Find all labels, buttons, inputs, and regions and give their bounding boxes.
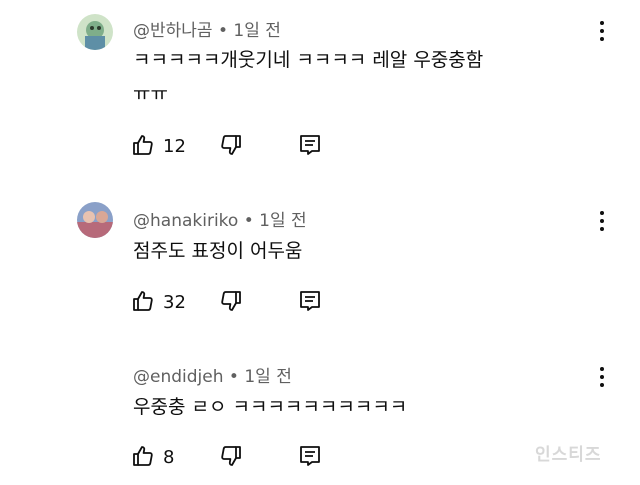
more-vertical-icon[interactable] xyxy=(592,364,612,390)
comment-text: ㅋㅋㅋㅋㅋ개웃기네 ㅋㅋㅋㅋ 레알 우중충함 ㅠㅠ xyxy=(133,43,483,111)
like-count: 12 xyxy=(163,136,186,157)
separator-dot: • xyxy=(243,211,254,231)
reply-icon[interactable] xyxy=(298,444,322,468)
avatar[interactable] xyxy=(77,14,113,50)
more-vertical-icon[interactable] xyxy=(592,208,612,234)
thumbs-down-icon[interactable] xyxy=(219,444,243,468)
avatar[interactable] xyxy=(77,202,113,238)
separator-dot: • xyxy=(228,367,239,387)
comment-meta: @반하나곰 • 1일 전 xyxy=(133,16,281,41)
comment-meta: @hanakiriko • 1일 전 xyxy=(133,206,307,231)
watermark: 인스티즈 xyxy=(535,445,602,465)
thumbs-up-icon[interactable] xyxy=(131,289,155,313)
thumbs-down-icon[interactable] xyxy=(219,289,243,313)
comment-line: 점주도 표정이 어두움 xyxy=(133,240,303,262)
comment-line: ㅠㅠ xyxy=(133,83,168,105)
like-count: 32 xyxy=(163,292,186,313)
thumbs-down-icon[interactable] xyxy=(219,133,243,157)
comment-line: ㅋㅋㅋㅋㅋ개웃기네 ㅋㅋㅋㅋ 레알 우중충함 xyxy=(133,49,484,71)
comment-text: 우중충 ㄹㅇ ㅋㅋㅋㅋㅋㅋㅋㅋㅋㅋ xyxy=(133,390,407,424)
separator-dot: • xyxy=(217,21,228,41)
thumbs-up-icon[interactable] xyxy=(131,133,155,157)
author-handle[interactable]: @반하나곰 xyxy=(133,21,213,41)
comment-time: 1일 전 xyxy=(244,367,292,387)
author-handle[interactable]: @hanakiriko xyxy=(133,211,238,231)
comment-line: 우중충 ㄹㅇ ㅋㅋㅋㅋㅋㅋㅋㅋㅋㅋ xyxy=(133,396,408,418)
comment-text: 점주도 표정이 어두움 xyxy=(133,234,302,268)
more-vertical-icon[interactable] xyxy=(592,18,612,44)
comment-time: 1일 전 xyxy=(259,211,307,231)
reply-icon[interactable] xyxy=(298,133,322,157)
thumbs-up-icon[interactable] xyxy=(131,444,155,468)
comment-meta: @endidjeh • 1일 전 xyxy=(133,362,292,387)
comment-time: 1일 전 xyxy=(233,21,281,41)
reply-icon[interactable] xyxy=(298,289,322,313)
like-count: 8 xyxy=(163,447,175,468)
author-handle[interactable]: @endidjeh xyxy=(133,367,224,387)
